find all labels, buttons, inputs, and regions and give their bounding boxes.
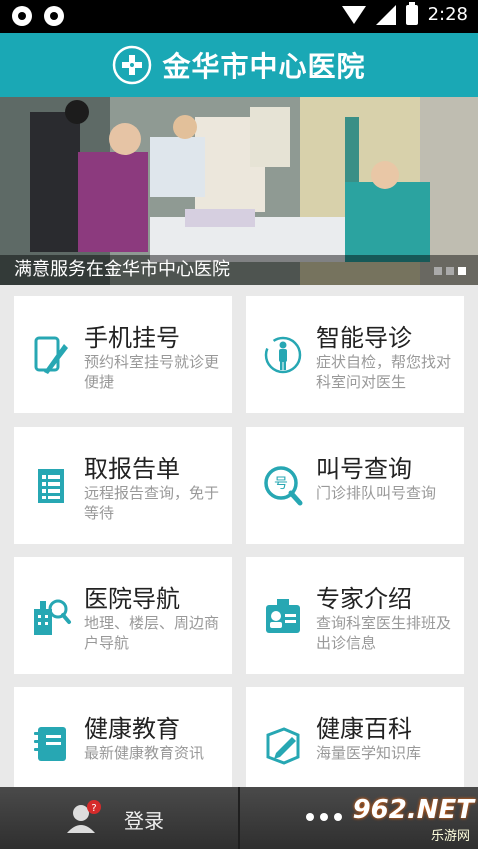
notification-icon (12, 6, 32, 26)
menu-desc: 门诊排队叫号查询 (316, 484, 437, 502)
menu-card-health-education[interactable]: 健康教育 最新健康教育资讯 (14, 687, 232, 787)
menu-card-smart-guide[interactable]: 智能导诊 症状自检，帮您找对科室问对医生 (246, 296, 464, 413)
wifi-icon (341, 5, 366, 24)
menu-title: 健康教育 (84, 715, 180, 743)
body-guide-icon (264, 336, 302, 374)
menu-desc: 海量医学知识库 (316, 744, 422, 762)
login-button[interactable]: ? 登录 (0, 787, 238, 849)
battery-icon (405, 1, 418, 25)
carousel-dot-active[interactable] (458, 267, 466, 275)
hospital-map-icon (34, 599, 71, 635)
menu-title: 叫号查询 (316, 455, 412, 483)
menu-card-experts[interactable]: 专家介绍 查询科室医生排班及出诊信息 (246, 557, 464, 674)
menu-title: 手机挂号 (84, 324, 180, 352)
notebook-icon (34, 727, 66, 761)
carousel-dot[interactable] (434, 267, 442, 275)
menu-title: 健康百科 (316, 715, 412, 743)
login-label: 登录 (124, 809, 164, 833)
more-icon (306, 813, 342, 821)
menu-card-report[interactable]: 取报告单 远程报告查询，免于等待 (14, 427, 232, 544)
menu-card-health-encyclopedia[interactable]: 健康百科 海量医学知识库 (246, 687, 464, 787)
menu-desc: 查询科室医生排班及出诊信息 (316, 614, 452, 652)
notification-icon (44, 6, 64, 26)
menu-card-navigation[interactable]: 医院导航 地理、楼层、周边商户导航 (14, 557, 232, 674)
report-sheet-icon (38, 469, 64, 503)
menu-title: 专家介绍 (316, 585, 412, 613)
bottom-bar: ? 登录 962.NET 乐游网 (0, 787, 478, 849)
menu-title: 医院导航 (84, 585, 180, 613)
hospital-logo-icon (113, 45, 152, 85)
carousel-dot[interactable] (446, 267, 454, 275)
clock: 2:28 (427, 4, 468, 25)
page-title: 金华市中心医院 (162, 50, 366, 83)
watermark-logo: 962.NET (352, 795, 474, 825)
phone-register-icon (34, 336, 68, 374)
signal-icon (375, 4, 396, 25)
svg-text:号: 号 (274, 476, 288, 492)
menu-desc: 地理、楼层、周边商户导航 (84, 614, 220, 652)
menu-desc: 最新健康教育资讯 (84, 744, 205, 762)
menu-card-queue[interactable]: 号 叫号查询 门诊排队叫号查询 (246, 427, 464, 544)
menu-desc: 症状自检，帮您找对科室问对医生 (316, 353, 452, 391)
menu-title: 取报告单 (84, 455, 180, 483)
encyclopedia-edit-icon (266, 727, 300, 765)
app-header: 金华市中心医院 (0, 33, 478, 97)
banner-carousel[interactable]: 满意服务在金华市中心医院 (0, 97, 478, 285)
menu-desc: 预约科室挂号就诊更便捷 (84, 353, 220, 391)
menu-title: 智能导诊 (316, 324, 412, 352)
status-bar: 2:28 (0, 0, 478, 33)
number-search-icon: 号 (264, 466, 303, 506)
expert-badge-icon (266, 599, 300, 633)
menu-card-register[interactable]: 手机挂号 预约科室挂号就诊更便捷 (14, 296, 232, 413)
banner-caption: 满意服务在金华市中心医院 (0, 255, 478, 285)
carousel-indicator (434, 267, 466, 275)
user-icon: ? (67, 800, 101, 833)
notification-badge: ? (91, 803, 96, 814)
more-button[interactable]: 962.NET 乐游网 (240, 787, 478, 849)
menu-desc: 远程报告查询，免于等待 (84, 484, 220, 522)
watermark-subtitle: 乐游网 (430, 829, 470, 844)
